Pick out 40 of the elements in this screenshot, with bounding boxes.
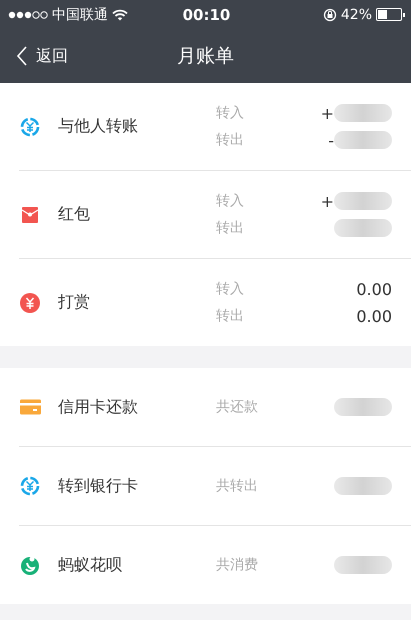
category-label: 与他人转账 xyxy=(58,116,139,137)
amount-label: 转出 xyxy=(216,307,244,325)
category-label: 转到银行卡 xyxy=(58,476,139,496)
amount-label: 转出 xyxy=(216,131,244,149)
amount-value: 0.00 xyxy=(356,306,392,326)
category-label: 蚂蚁花呗 xyxy=(58,554,123,576)
bill-row[interactable]: 蚂蚁花呗 共消费 xyxy=(19,526,411,604)
page-title: 月账单 xyxy=(177,44,234,69)
bill-row[interactable]: 打赏 转入 0.00 转出 0.00 xyxy=(19,259,411,346)
category-label: 信用卡还款 xyxy=(58,396,139,418)
amount-label: 转入 xyxy=(216,280,244,298)
back-button[interactable]: 返回 xyxy=(16,45,68,67)
category-label: 红包 xyxy=(58,204,91,225)
wifi-icon xyxy=(112,8,128,20)
leaf-figure-icon xyxy=(19,554,41,576)
amount-value: + xyxy=(320,192,334,210)
rotation-lock-icon xyxy=(322,8,337,22)
amount-value: 0.00 xyxy=(356,280,392,298)
bill-row[interactable]: 转到银行卡 共转出 xyxy=(19,447,411,526)
battery-percent: 42% xyxy=(340,6,372,22)
carrier-name: 中国联通 xyxy=(52,6,108,24)
amount-label: 转入 xyxy=(216,104,244,122)
amount-label: 转出 xyxy=(216,219,244,237)
signal-icon xyxy=(8,10,48,20)
amount-label: 共消费 xyxy=(216,556,258,574)
category-label: 打赏 xyxy=(58,292,91,313)
amount-label: 共转出 xyxy=(216,477,258,495)
bill-row[interactable]: 红包 转入 + 转出 xyxy=(19,171,411,259)
exchange-icon xyxy=(19,116,41,138)
yen-coin-icon xyxy=(19,292,41,314)
amount-value: + xyxy=(320,104,334,122)
amount-label: 共还款 xyxy=(216,398,258,416)
bill-row[interactable]: 与他人转账 转入 + 转出 - xyxy=(19,83,411,171)
battery-icon xyxy=(376,8,402,21)
back-chevron-icon xyxy=(16,45,28,67)
clock-time: 00:10 xyxy=(182,6,230,24)
exchange-icon xyxy=(19,475,41,497)
amount-label: 转入 xyxy=(216,192,244,210)
amount-value: - xyxy=(328,130,334,150)
bill-row[interactable]: 信用卡还款 共还款 xyxy=(19,368,411,447)
